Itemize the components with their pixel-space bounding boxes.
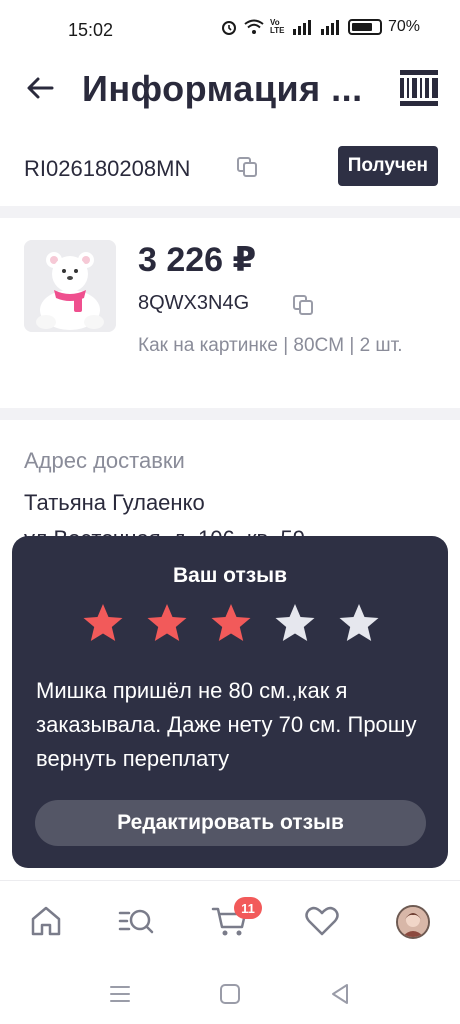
system-nav-bar [0, 962, 460, 1024]
product-sku: 8QWX3N4G [138, 292, 250, 314]
product-image[interactable] [24, 240, 116, 332]
volte-label: Vo LTE [269, 18, 285, 35]
product-card[interactable]: 3 226 ₽ 8QWX3N4G Как на картинке | 80CM … [0, 228, 460, 398]
tracking-number: RI026180208MN [24, 156, 191, 181]
star-filled-icon[interactable] [210, 602, 252, 644]
copy-sku-icon[interactable] [292, 294, 314, 316]
arrow-left-icon[interactable] [24, 72, 56, 104]
menu-icon[interactable] [108, 982, 132, 1006]
app-bar: Информация ... [0, 58, 460, 120]
product-variant: Как на картинке | 80CM | 2 шт. [138, 335, 403, 356]
edit-review-button[interactable]: Редактировать отзыв [35, 800, 426, 846]
address-label: Адрес доставки [24, 448, 185, 473]
barcode-icon[interactable] [400, 70, 438, 106]
signal-icon [292, 20, 311, 35]
tracking-row: RI026180208MN Получен [0, 140, 460, 196]
profile-avatar[interactable] [396, 905, 430, 939]
status-time: 15:02 [68, 20, 114, 40]
catalog-search-icon[interactable] [116, 901, 156, 941]
review-title: Ваш отзыв [172, 564, 288, 587]
copy-icon[interactable] [236, 156, 258, 178]
status-icons: Vo LTE 70% [220, 18, 420, 36]
star-empty-icon[interactable] [274, 602, 316, 644]
avatar-image [398, 907, 428, 937]
home-icon[interactable] [26, 901, 66, 941]
bottom-nav: 11 [0, 880, 460, 962]
review-text: Мишка пришёл не 80 см.,как я заказывала.… [36, 678, 417, 771]
heart-icon[interactable] [302, 901, 342, 941]
status-bar: 15:02 Vo LTE 70% [0, 0, 460, 60]
wifi-icon [244, 19, 264, 34]
divider [0, 206, 460, 218]
star-empty-icon[interactable] [338, 602, 380, 644]
star-rating[interactable] [82, 602, 380, 644]
alarm-icon [221, 21, 236, 35]
teddy-bear-image [24, 240, 116, 332]
signal-icon-2 [320, 20, 339, 35]
page-title: Информация ... [82, 68, 363, 109]
status-badge: Получен [337, 146, 438, 186]
battery-level: 70% [387, 18, 420, 35]
recipient-name: Татьяна Гулаенко [24, 490, 205, 515]
battery-icon [347, 19, 382, 35]
review-card: Ваш отзыв Мишка пришёл не 80 см.,как я з… [12, 536, 448, 868]
divider [0, 408, 460, 420]
star-filled-icon[interactable] [82, 602, 124, 644]
product-price: 3 226 ₽ [138, 241, 257, 279]
star-filled-icon[interactable] [146, 602, 188, 644]
back-triangle-icon[interactable] [328, 982, 352, 1006]
cart-count-badge: 11 [234, 897, 262, 919]
home-square-icon[interactable] [218, 982, 242, 1006]
